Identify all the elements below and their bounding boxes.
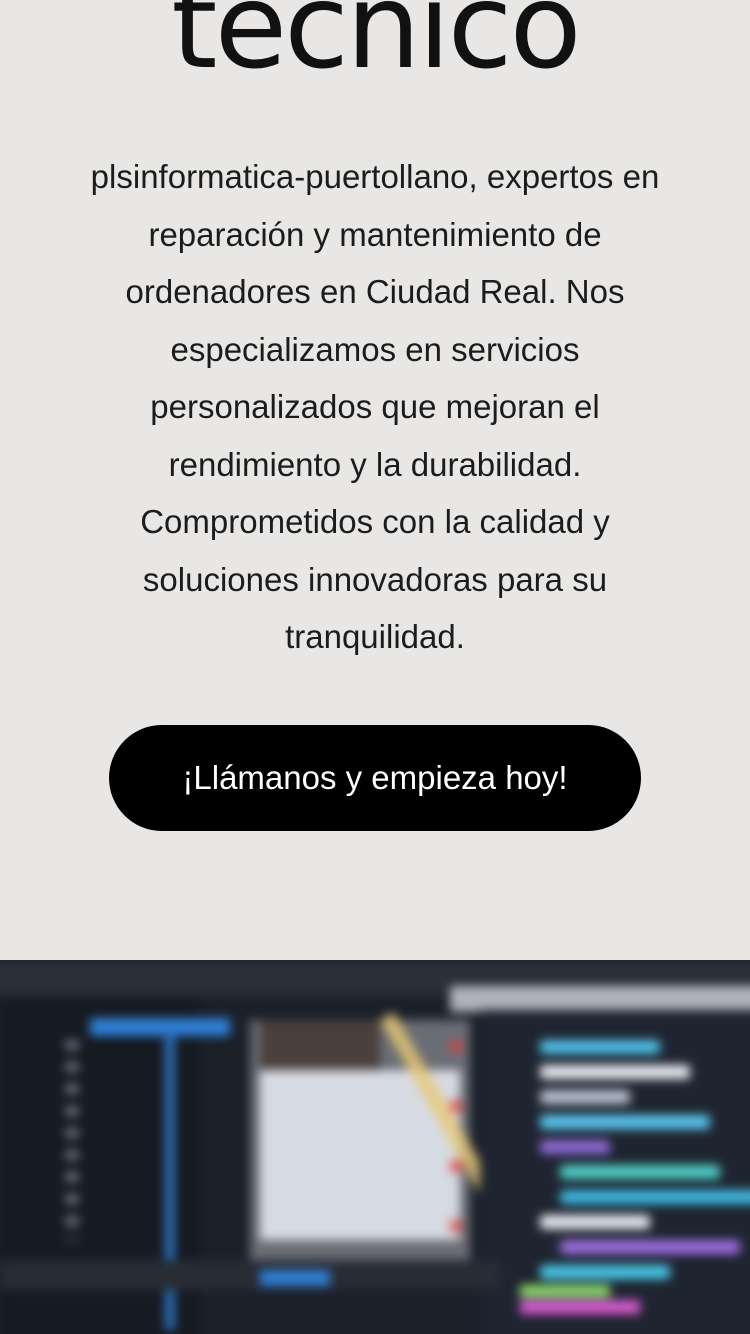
call-us-button[interactable]: ¡Llámanos y empieza hoy! (109, 725, 641, 831)
blurred-code-background (0, 960, 750, 1334)
hero-heading: técnico (171, 0, 581, 95)
code-screenshot-image (0, 960, 750, 1334)
hero-description: plsinformatica-puertollano, expertos en … (90, 158, 660, 655)
page: técnico plsinformatica-puertollano, expe… (0, 0, 750, 1334)
hero-section: técnico plsinformatica-puertollano, expe… (0, 0, 750, 960)
